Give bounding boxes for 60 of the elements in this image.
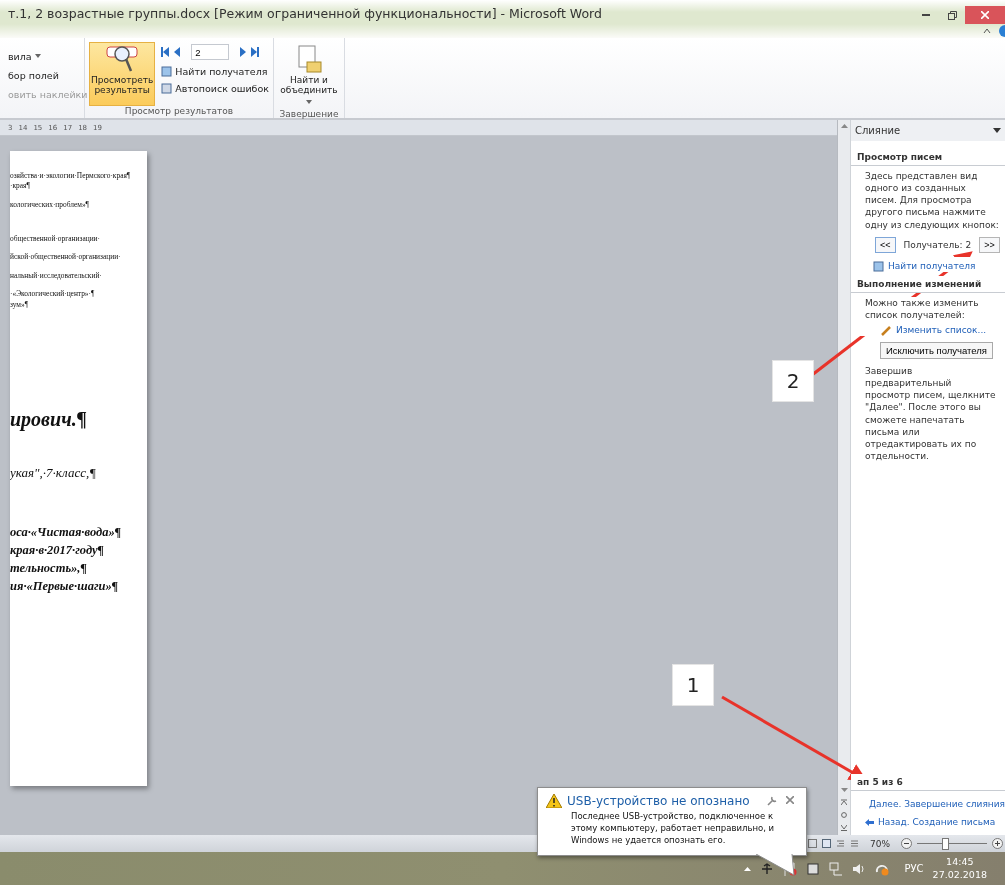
close-button[interactable] <box>965 6 1005 24</box>
finish-merge-button[interactable]: Найти и объединить <box>279 42 339 110</box>
scroll-down-icon <box>840 788 848 792</box>
document-text: оса·«Чистая·вода»¶ <box>10 523 122 541</box>
browse-object-icon <box>841 812 847 818</box>
notification-text: Последнее USB-устройство, подключенное к этому компьютеру, работает неправильно, и Windows не удается опознать его. <box>570 810 776 847</box>
callout-number: 1 <box>672 664 714 706</box>
next-page-icon <box>841 825 847 831</box>
window-title: т.1, 2 возрастные группы.docx [Режим ограниченной функциональности] - Microsoft Word <box>7 6 603 21</box>
section-heading: Выполнение изменений <box>851 275 1005 293</box>
record-number-field[interactable]: 2 <box>191 44 230 60</box>
pencil-icon <box>881 325 892 336</box>
group-label: Просмотр результатов <box>123 106 235 118</box>
step-label: ап 5 из 6 <box>851 774 1005 791</box>
zoom-percent[interactable]: 70% <box>870 838 890 849</box>
exclude-recipient-button[interactable]: Исключить получателя <box>880 342 993 359</box>
zoom-slider-thumb[interactable] <box>942 837 949 850</box>
speaker-icon[interactable] <box>852 861 867 876</box>
notification-title: USB-устройство не опознано <box>567 794 750 808</box>
warning-icon <box>546 794 562 808</box>
document-text: тельность»,¶ <box>10 559 88 577</box>
restore-icon <box>947 10 957 20</box>
minimize-icon <box>922 14 930 16</box>
ribbon-command[interactable]: Найти получателя <box>161 65 269 77</box>
ribbon-command[interactable]: Автопоиск ошибок <box>161 82 269 94</box>
show-hidden-icons-icon[interactable] <box>744 866 752 871</box>
previous-record-icon[interactable] <box>174 47 181 57</box>
dropdown-icon[interactable] <box>993 128 1001 133</box>
document-text: ирович.¶ <box>10 406 88 433</box>
callout-number: 2 <box>772 360 814 402</box>
pane-title: Слияние <box>855 125 901 136</box>
close-icon <box>981 11 989 19</box>
language-indicator[interactable]: РУС <box>904 863 924 874</box>
document-text: ия·«Первые·шаги»¶ <box>10 578 119 596</box>
collapse-ribbon-icon <box>983 28 991 34</box>
scroll-up-icon <box>840 124 848 128</box>
usb-icon[interactable] <box>760 861 775 876</box>
view-icon[interactable] <box>850 839 859 848</box>
zoom-in-icon[interactable] <box>992 838 1003 849</box>
clock[interactable]: 14:45 27.02.2018 <box>932 856 987 881</box>
previous-button[interactable]: << <box>875 236 896 253</box>
recipient-label: Получатель: 2 <box>903 239 972 250</box>
first-record-icon[interactable] <box>161 47 170 57</box>
zoom-out-icon[interactable] <box>901 838 912 849</box>
preview-results-button[interactable]: Просмотреть результаты <box>89 42 156 106</box>
last-record-icon[interactable] <box>251 47 260 57</box>
close-icon[interactable] <box>786 796 794 804</box>
arrow-left-icon <box>865 818 874 826</box>
ribbon-command[interactable]: бор полей <box>8 69 88 81</box>
ribbon-command[interactable]: вила <box>8 50 88 62</box>
group-label: Завершение <box>279 109 339 122</box>
network-icon[interactable] <box>829 861 844 876</box>
document-text: края·в·2017·году¶ <box>10 541 105 559</box>
view-icon[interactable] <box>836 839 845 848</box>
previous-page-icon <box>841 799 847 805</box>
next-record-icon[interactable] <box>240 47 247 57</box>
documents-envelope-icon <box>295 45 323 75</box>
wrench-icon[interactable] <box>767 796 777 806</box>
scrollbar[interactable] <box>838 120 851 835</box>
next-button[interactable]: >> <box>979 236 1000 253</box>
